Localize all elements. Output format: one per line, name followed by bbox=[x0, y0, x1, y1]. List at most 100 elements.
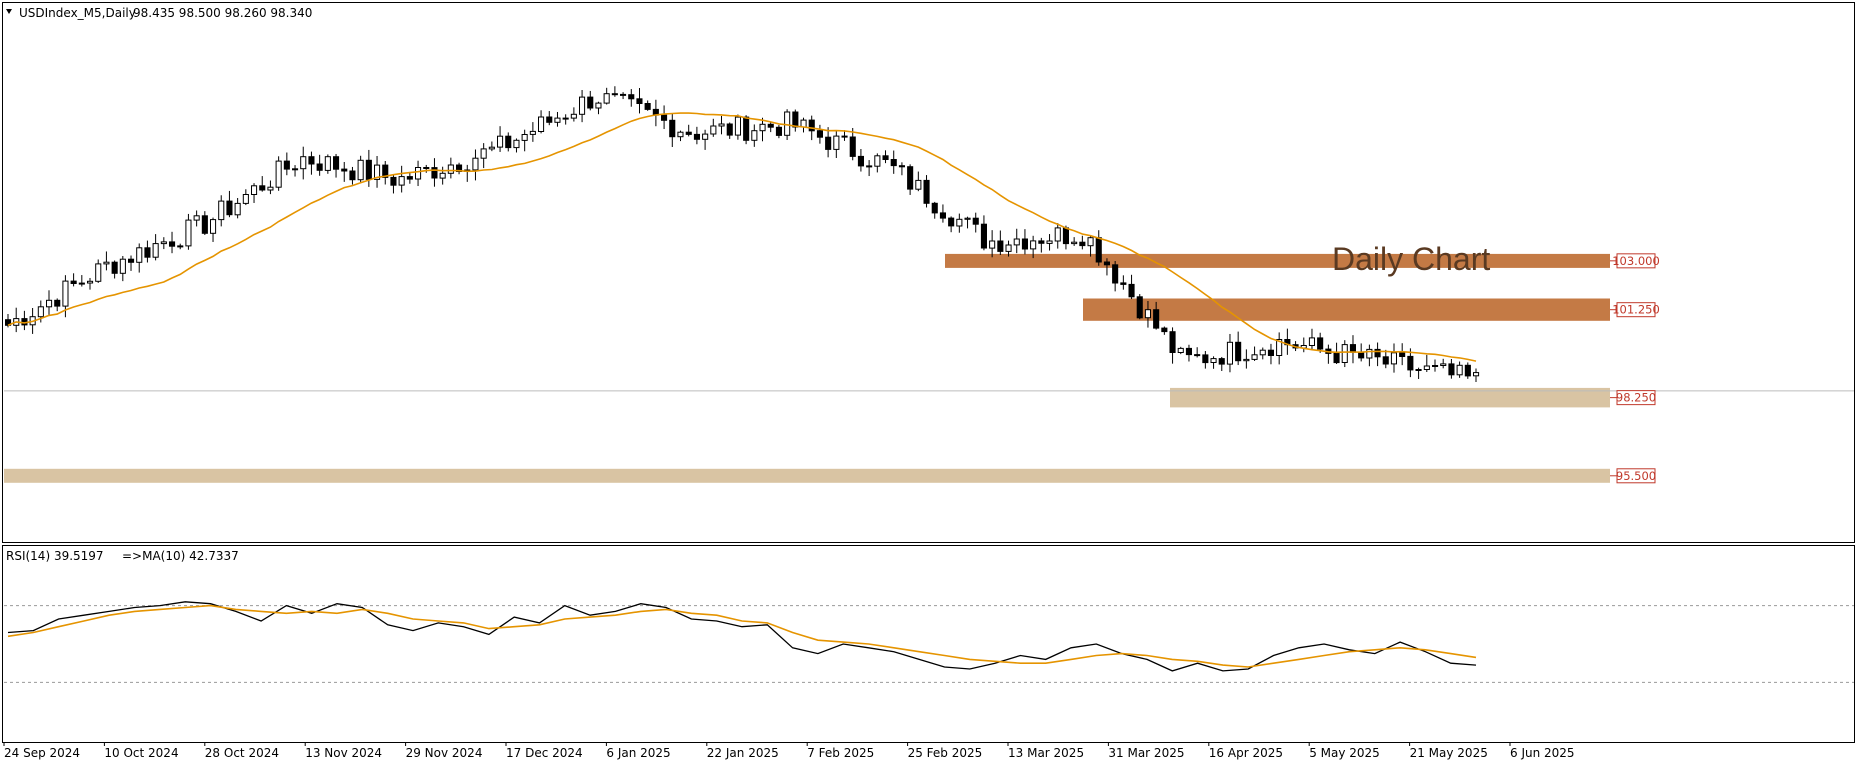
candle-body bbox=[874, 155, 881, 167]
chart-header: USDIndex_M5,Daily 98.435 98.500 98.260 9… bbox=[6, 6, 312, 20]
price-chart[interactable]: 103.000 101.250 98.250 95.500 Daily Char… bbox=[0, 0, 1855, 764]
collapse-triangle-icon[interactable] bbox=[6, 9, 12, 14]
x-tick-label: 7 Feb 2025 bbox=[807, 746, 874, 760]
candle-body bbox=[136, 247, 143, 263]
candle-body bbox=[989, 240, 996, 249]
candle-body bbox=[1308, 337, 1316, 346]
candle-body bbox=[152, 243, 159, 258]
candle-body bbox=[833, 135, 840, 150]
candle-body bbox=[1013, 238, 1020, 246]
candle-body bbox=[308, 156, 315, 165]
candle-body bbox=[1358, 351, 1365, 359]
x-tick-label: 29 Nov 2024 bbox=[406, 746, 483, 760]
level-label-103: 103.000 bbox=[1610, 253, 1660, 269]
candle-body bbox=[1432, 365, 1439, 367]
candle-body bbox=[1120, 282, 1127, 285]
x-tick-label: 5 May 2025 bbox=[1309, 746, 1380, 760]
candle-body bbox=[160, 241, 167, 245]
candle-body bbox=[1317, 337, 1324, 350]
candle-body bbox=[1440, 363, 1447, 366]
candle-body bbox=[1202, 354, 1209, 364]
candle-body bbox=[1464, 364, 1471, 377]
candle-body bbox=[939, 212, 947, 219]
candle-body bbox=[1456, 364, 1463, 376]
candle-body bbox=[677, 131, 684, 138]
x-tick-label: 21 May 2025 bbox=[1410, 746, 1488, 760]
candle-body bbox=[636, 98, 643, 105]
x-tick-label: 6 Jun 2025 bbox=[1510, 746, 1575, 760]
candle-body bbox=[570, 113, 577, 119]
candle-body bbox=[37, 306, 44, 318]
rsi-ma-line bbox=[7, 604, 1477, 668]
candle-body bbox=[1374, 348, 1381, 358]
candle-body bbox=[857, 155, 865, 167]
candle-body bbox=[1095, 237, 1102, 263]
zones-layer bbox=[4, 253, 1610, 483]
candle-body bbox=[759, 123, 766, 132]
candle-body bbox=[595, 102, 602, 109]
ohlc-values: 98.435 98.500 98.260 98.340 bbox=[133, 6, 312, 20]
x-tick-label: 13 Mar 2025 bbox=[1008, 746, 1084, 760]
candle-body bbox=[333, 156, 340, 170]
candle-body bbox=[1030, 240, 1037, 250]
candle-body bbox=[964, 217, 971, 220]
candle-body bbox=[841, 135, 848, 138]
candle-body bbox=[488, 146, 495, 150]
candle-body bbox=[1341, 344, 1348, 364]
candle-body bbox=[890, 159, 897, 167]
candle-body bbox=[234, 202, 241, 216]
candle-body bbox=[620, 93, 627, 96]
candle-body bbox=[718, 123, 725, 127]
x-tick-label: 28 Oct 2024 bbox=[205, 746, 279, 760]
candle-body bbox=[398, 176, 405, 186]
candle-body bbox=[579, 96, 586, 115]
candle-body bbox=[1415, 369, 1422, 371]
candle-body bbox=[341, 168, 348, 172]
rsi-label: RSI(14) 39.5197 bbox=[6, 549, 104, 563]
candle-body bbox=[808, 119, 815, 132]
candle-body bbox=[931, 202, 938, 214]
candle-body bbox=[210, 219, 217, 234]
candle-body bbox=[439, 172, 446, 179]
candle-body bbox=[1169, 331, 1176, 354]
candle-body bbox=[907, 166, 914, 190]
candle-body bbox=[1382, 356, 1389, 365]
x-tick-label: 6 Jan 2025 bbox=[606, 746, 670, 760]
candle-body bbox=[800, 119, 807, 128]
candle-body bbox=[505, 135, 512, 149]
candle-body bbox=[119, 258, 126, 274]
candle-body bbox=[193, 215, 200, 221]
candle-body bbox=[1112, 264, 1119, 284]
candle-body bbox=[1005, 244, 1012, 252]
candle-body bbox=[661, 114, 668, 121]
level-label-text: 95.500 bbox=[1616, 469, 1656, 483]
candle-body bbox=[447, 164, 454, 174]
level-label-text: 98.250 bbox=[1616, 391, 1656, 405]
candle-body bbox=[78, 282, 85, 285]
candle-body bbox=[734, 116, 742, 136]
level-label-98-25: 98.250 bbox=[1610, 390, 1656, 406]
x-axis: 24 Sep 2024 10 Oct 2024 28 Oct 2024 13 Nov … bbox=[3, 742, 1575, 760]
level-label-101-25: 101.250 bbox=[1610, 302, 1660, 318]
main-panel-frame bbox=[2, 2, 1855, 543]
candle-body bbox=[1259, 349, 1266, 356]
candle-body bbox=[1177, 347, 1184, 353]
level-label-text: 103.000 bbox=[1612, 254, 1660, 268]
candle-body bbox=[1161, 327, 1168, 333]
candle-body bbox=[1071, 241, 1078, 245]
candle-body bbox=[628, 94, 635, 100]
candle-body bbox=[1185, 347, 1193, 356]
candle-body bbox=[324, 156, 331, 171]
candle-body bbox=[415, 167, 422, 180]
candle-body bbox=[259, 185, 266, 191]
candle-body bbox=[1194, 354, 1201, 357]
x-tick-label: 16 Apr 2025 bbox=[1209, 746, 1283, 760]
candle-body bbox=[538, 116, 545, 132]
candle-body bbox=[554, 117, 561, 123]
candle-body bbox=[283, 160, 290, 170]
candle-body bbox=[95, 263, 102, 282]
candle-body bbox=[1054, 227, 1061, 242]
candles-layer bbox=[5, 86, 1480, 383]
candle-body bbox=[948, 217, 955, 227]
x-tick-label: 22 Jan 2025 bbox=[707, 746, 779, 760]
